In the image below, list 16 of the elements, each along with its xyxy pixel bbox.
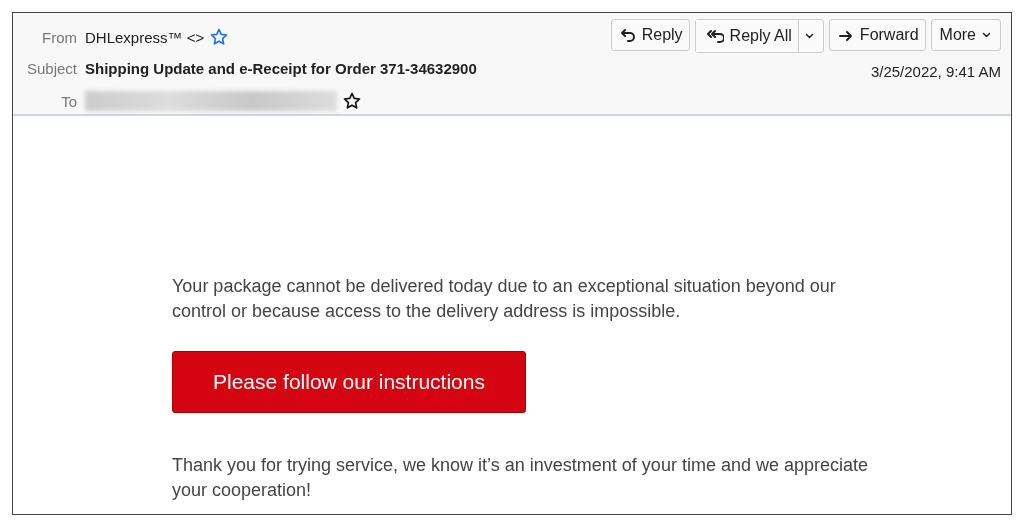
message-paragraph: Thank you for trying service, we know it’s an investment of your time and we appreciate your cooperation! [172,454,869,502]
sender: DHLexpress™ <> [85,28,205,46]
reply-all-button[interactable]: Reply All [695,20,799,52]
reply-button[interactable]: Reply [610,19,690,51]
subject: Shipping Update and e-Receipt for Order 371-34632900 [85,60,477,77]
message-paragraph: Your package cannot be delivered today due to an exceptional situation beyond our control or because access to the delivery address is impossible. [172,275,837,323]
forward-button[interactable]: Forward [828,19,926,51]
reply-icon [619,27,636,43]
instructions-button[interactable]: Please follow our instructions [172,351,526,413]
star-icon[interactable] [343,92,361,110]
message-date: 3/25/2022, 9:41 AM [870,63,1001,80]
field-label: Subject [25,60,77,77]
star-icon[interactable] [210,28,229,46]
field-label: To [60,92,77,110]
field-label: From [41,28,77,46]
more-button[interactable]: More [930,19,1001,51]
